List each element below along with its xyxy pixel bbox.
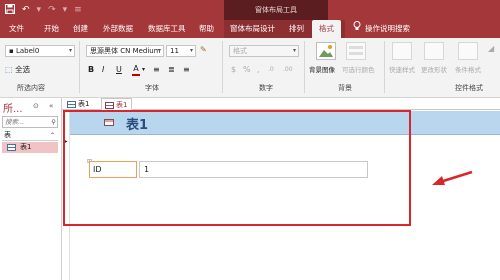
table-icon — [7, 144, 16, 151]
currency-icon[interactable]: $ — [231, 65, 236, 75]
comma-icon[interactable]: , — [257, 65, 260, 75]
annotation-arrow-icon — [432, 170, 473, 185]
object-select-value: Label0 — [15, 47, 40, 55]
nav-pane-title[interactable]: 所... — [3, 100, 23, 115]
quick-access-toolbar: ↶ ▾ ↷ ▾ ≡ — [5, 3, 82, 17]
tab-help[interactable]: 帮助 — [199, 20, 214, 38]
select-all-button[interactable]: ⬚ 全选 — [5, 65, 30, 75]
tab-home[interactable]: 开始 — [44, 20, 59, 38]
nav-search-placeholder: 搜索... — [5, 118, 25, 126]
nav-section-tables[interactable]: 表 ⌃ — [2, 130, 58, 141]
tab-form-layout-design[interactable]: 窗体布局设计 — [230, 20, 275, 38]
select-all-icon: ⬚ — [5, 65, 13, 74]
conditional-format-icon[interactable] — [458, 42, 478, 60]
group-divider — [304, 41, 305, 93]
font-size-select[interactable]: 11 ▾ — [166, 45, 196, 57]
tell-me-label: 操作说明搜索 — [365, 24, 410, 33]
ribbon-tabs: 文件 开始 创建 外部数据 数据库工具 帮助 窗体布局设计 排列 格式 操作说明… — [0, 20, 500, 38]
align-right-icon[interactable]: ≡ — [183, 65, 190, 75]
font-name-value: 思源黑体 CN Medium — [90, 47, 161, 55]
undo-icon[interactable]: ↶ — [22, 5, 30, 15]
undo-dropdown-icon[interactable]: ▾ — [37, 5, 42, 15]
quick-styles-label[interactable]: 快速样式 — [389, 64, 415, 74]
chevron-down-icon: ▾ — [292, 47, 296, 54]
bold-button[interactable]: B — [88, 65, 94, 75]
tab-database-tools[interactable]: 数据库工具 — [148, 20, 186, 38]
redo-icon[interactable]: ↷ — [48, 5, 56, 15]
context-tool-title: 窗体布局工具 — [224, 0, 328, 20]
number-format-select[interactable]: 格式 ▾ — [229, 45, 299, 57]
format-painter-icon[interactable]: ✎ — [200, 45, 207, 55]
nav-search-input[interactable]: 搜索... ⚲ — [2, 116, 58, 128]
increase-decimal-icon[interactable]: .0 — [268, 65, 274, 75]
decrease-decimal-icon[interactable]: .00 — [283, 65, 293, 75]
document-tabs: 表1 表1 — [62, 98, 500, 110]
ribbon: ▪ Label0 ▾ ⬚ 全选 所选内容 思源黑体 CN Medium ▾ 11… — [0, 38, 500, 98]
tab-file[interactable]: 文件 — [9, 20, 24, 38]
nav-section-label: 表 — [4, 131, 11, 139]
chevron-down-icon: ▾ — [68, 47, 72, 54]
group-label-selection: 所选内容 — [17, 84, 45, 92]
font-size-value: 11 — [170, 47, 179, 55]
select-all-label: 全选 — [15, 65, 31, 74]
group-divider — [222, 41, 223, 93]
italic-button[interactable]: I — [102, 65, 104, 75]
quick-styles-icon[interactable] — [392, 42, 412, 60]
chevron-down-icon[interactable]: ▾ — [142, 65, 145, 75]
percent-icon[interactable]: % — [243, 65, 251, 75]
annotation-highlight-box — [63, 110, 411, 226]
change-shape-label[interactable]: 更改形状 — [421, 64, 447, 74]
conditional-format-label[interactable]: 条件格式 — [455, 64, 481, 74]
chevron-up-icon: ⌃ — [49, 132, 55, 139]
background-image-label[interactable]: 背景图像 — [309, 64, 335, 74]
title-bar: ↶ ▾ ↷ ▾ ≡ 窗体布局工具 — [0, 0, 500, 20]
alt-row-color-label[interactable]: 可选行颜色 — [342, 64, 375, 74]
tab-create[interactable]: 创建 — [73, 20, 88, 38]
redo-dropdown-icon[interactable]: ▾ — [63, 5, 68, 15]
table-icon — [67, 101, 76, 108]
form-icon — [105, 102, 114, 109]
search-icon: ⚲ — [51, 118, 56, 126]
group-label-number: 数字 — [259, 84, 273, 92]
doc-tab-label: 表1 — [78, 100, 90, 108]
nav-item-label: 表1 — [20, 143, 32, 151]
alt-row-color-icon[interactable] — [346, 42, 366, 60]
chevron-down-icon: ▾ — [189, 47, 193, 54]
group-label-background: 背景 — [338, 84, 352, 92]
tab-external-data[interactable]: 外部数据 — [103, 20, 133, 38]
object-select[interactable]: ▪ Label0 ▾ — [5, 45, 75, 57]
change-shape-icon[interactable] — [424, 42, 444, 60]
customize-qat-icon[interactable]: ≡ — [74, 5, 82, 15]
chevron-down-icon: ▾ — [157, 47, 161, 54]
collapse-nav-icon[interactable]: « — [49, 102, 53, 110]
navigation-pane: 所... ⊙ « 搜索... ⚲ 表 ⌃ 表1 — [0, 98, 62, 280]
doc-tab-label: 表1 — [116, 101, 128, 109]
group-divider — [384, 41, 385, 93]
nav-item-table1[interactable]: 表1 — [2, 142, 58, 153]
lightbulb-icon — [353, 20, 361, 38]
underline-button[interactable]: U — [116, 65, 122, 75]
group-divider — [79, 41, 80, 93]
object-select-icon: ▪ — [9, 47, 14, 55]
background-image-icon[interactable] — [316, 42, 336, 60]
group-label-font: 字体 — [145, 84, 159, 92]
font-name-select[interactable]: 思源黑体 CN Medium ▾ — [86, 45, 164, 57]
doc-tab-form1[interactable]: 表1 — [101, 98, 133, 110]
tell-me-search[interactable]: 操作说明搜索 — [353, 20, 410, 38]
align-center-icon[interactable]: ≣ — [168, 65, 175, 75]
shape-fill-icon[interactable]: ◢ — [488, 44, 494, 54]
align-left-icon[interactable]: ≡ — [153, 65, 160, 75]
nav-menu-icon[interactable]: ⊙ — [33, 102, 39, 110]
font-color-button[interactable]: A — [132, 64, 140, 76]
group-label-control-format: 控件格式 — [455, 84, 483, 92]
tab-format[interactable]: 格式 — [312, 20, 341, 38]
tab-arrange[interactable]: 排列 — [289, 20, 304, 38]
save-icon[interactable] — [5, 3, 15, 17]
number-format-value: 格式 — [233, 47, 247, 55]
doc-tab-table1[interactable]: 表1 — [64, 98, 93, 110]
